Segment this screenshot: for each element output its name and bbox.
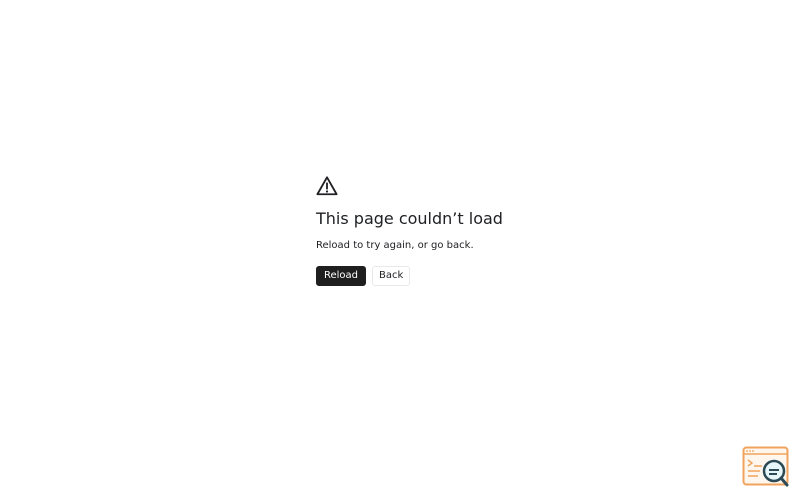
error-panel: This page couldn’t load Reload to try ag… [316, 175, 506, 286]
page: This page couldn’t load Reload to try ag… [0, 0, 800, 500]
reload-button[interactable]: Reload [316, 266, 367, 286]
error-title: This page couldn’t load [316, 209, 503, 228]
error-message: Reload to try again, or go back. [316, 240, 474, 251]
back-button[interactable]: Back [372, 266, 411, 286]
browser-search-icon[interactable] [742, 446, 790, 488]
warning-triangle-icon [316, 176, 338, 196]
error-actions: Reload Back [316, 266, 506, 286]
